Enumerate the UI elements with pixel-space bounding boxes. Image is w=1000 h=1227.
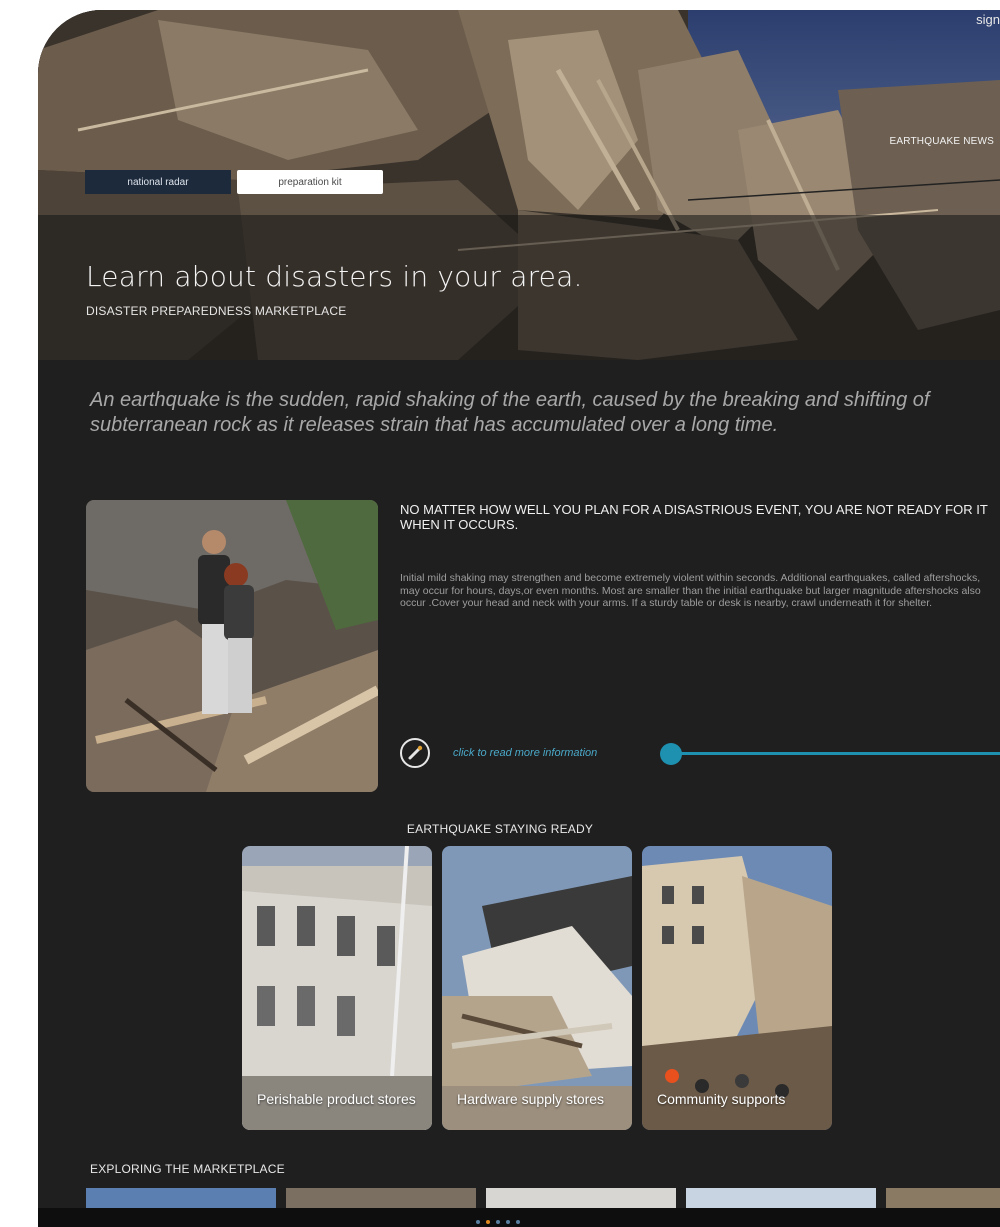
warning-body: Initial mild shaking may strengthen and … (400, 572, 981, 609)
page-subtitle: DISASTER PREPAREDNESS MARKETPLACE (86, 304, 347, 318)
marketplace-thumb[interactable] (686, 1188, 876, 1208)
card-label: Hardware supply stores (457, 1091, 605, 1107)
card-hardware-stores[interactable]: Hardware supply stores (442, 846, 632, 1130)
hero-banner: sign EARTHQUAKE NEWS national radar prep… (38, 10, 1000, 360)
marketplace-thumb[interactable] (86, 1188, 276, 1208)
pager-dot[interactable] (476, 1220, 480, 1224)
page-title: Learn about disasters in your area. (86, 260, 583, 293)
tab-preparation-kit[interactable]: preparation kit (237, 170, 383, 194)
earthquake-news-link[interactable]: EARTHQUAKE NEWS (890, 136, 995, 147)
sign-in-link[interactable]: sign (976, 12, 1000, 27)
survivors-photo (86, 500, 378, 792)
marketplace-thumb[interactable] (286, 1188, 476, 1208)
damaged-building-photo (242, 846, 432, 1130)
read-more-slider-handle[interactable] (660, 743, 682, 765)
pager-dot[interactable] (496, 1220, 500, 1224)
card-community-supports[interactable]: Community supports (642, 846, 832, 1130)
pager-dot[interactable] (516, 1220, 520, 1224)
rescue-site-photo (642, 846, 832, 1130)
bottom-bar (38, 1208, 1000, 1227)
intro-text: An earthquake is the sudden, rapid shaki… (90, 389, 930, 436)
pen-icon[interactable] (400, 738, 430, 768)
read-more-slider-track[interactable] (670, 752, 1000, 755)
card-label: Community supports (657, 1091, 786, 1107)
app-frame: sign EARTHQUAKE NEWS national radar prep… (38, 10, 1000, 1227)
warning-heading: NO MATTER HOW WELL YOU PLAN FOR A DISAST… (400, 502, 988, 532)
tab-national-radar[interactable]: national radar (85, 170, 231, 194)
pager-dot[interactable] (506, 1220, 510, 1224)
pager-dot[interactable] (486, 1220, 490, 1224)
marketplace-thumb[interactable] (886, 1188, 1000, 1208)
card-perishable-stores[interactable]: Perishable product stores (242, 846, 432, 1130)
read-more-link[interactable]: click to read more information (453, 747, 597, 759)
card-label: Perishable product stores (257, 1091, 416, 1107)
marketplace-thumb[interactable] (486, 1188, 676, 1208)
marketplace-heading: EXPLORING THE MARKETPLACE (90, 1162, 285, 1176)
staying-ready-heading: EARTHQUAKE STAYING READY (406, 822, 594, 836)
collapsed-house-photo (442, 846, 632, 1130)
